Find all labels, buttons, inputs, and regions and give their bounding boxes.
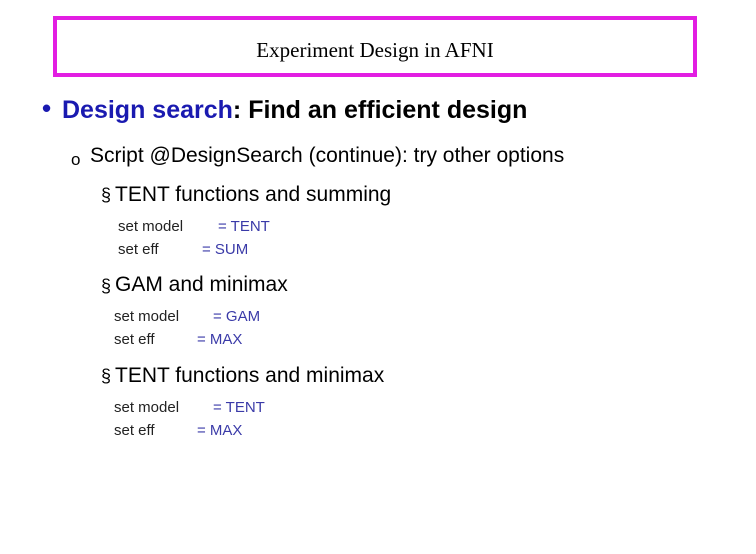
setting-value: = MAX: [197, 331, 243, 348]
setting-label: set eff: [114, 331, 155, 348]
setting-value: = TENT: [218, 218, 270, 235]
setting-label: set eff: [118, 241, 159, 258]
main-bullet-icon: •: [42, 93, 52, 123]
setting-label: set model: [118, 218, 184, 235]
setting-label: set eff: [114, 422, 155, 439]
section-bullet-icon: §: [101, 366, 112, 386]
setting-value: = MAX: [197, 422, 243, 439]
section-title: TENT functions and minimax: [115, 364, 385, 387]
setting-value: = GAM: [213, 308, 261, 325]
heading-accent: Design search: [62, 96, 233, 124]
setting-value: = TENT: [213, 399, 265, 416]
heading-rest: : Find an efficient design: [232, 96, 528, 124]
setting-value: = SUM: [202, 241, 249, 258]
slide-title-box: Experiment Design in AFNI: [53, 16, 697, 77]
slide-title: Experiment Design in AFNI: [256, 38, 494, 62]
subheading-text: Script @DesignSearch (continue): try oth…: [90, 144, 565, 167]
section-title: GAM and minimax: [115, 273, 288, 296]
section-bullet-icon: §: [101, 185, 112, 205]
setting-label: set model: [114, 399, 180, 416]
setting-label: set model: [114, 308, 180, 325]
sub-bullet-icon: o: [71, 150, 81, 169]
slide-heading: Design search: Find an efficient design: [62, 96, 527, 125]
section-title: TENT functions and summing: [115, 183, 392, 206]
section-bullet-icon: §: [101, 276, 112, 296]
